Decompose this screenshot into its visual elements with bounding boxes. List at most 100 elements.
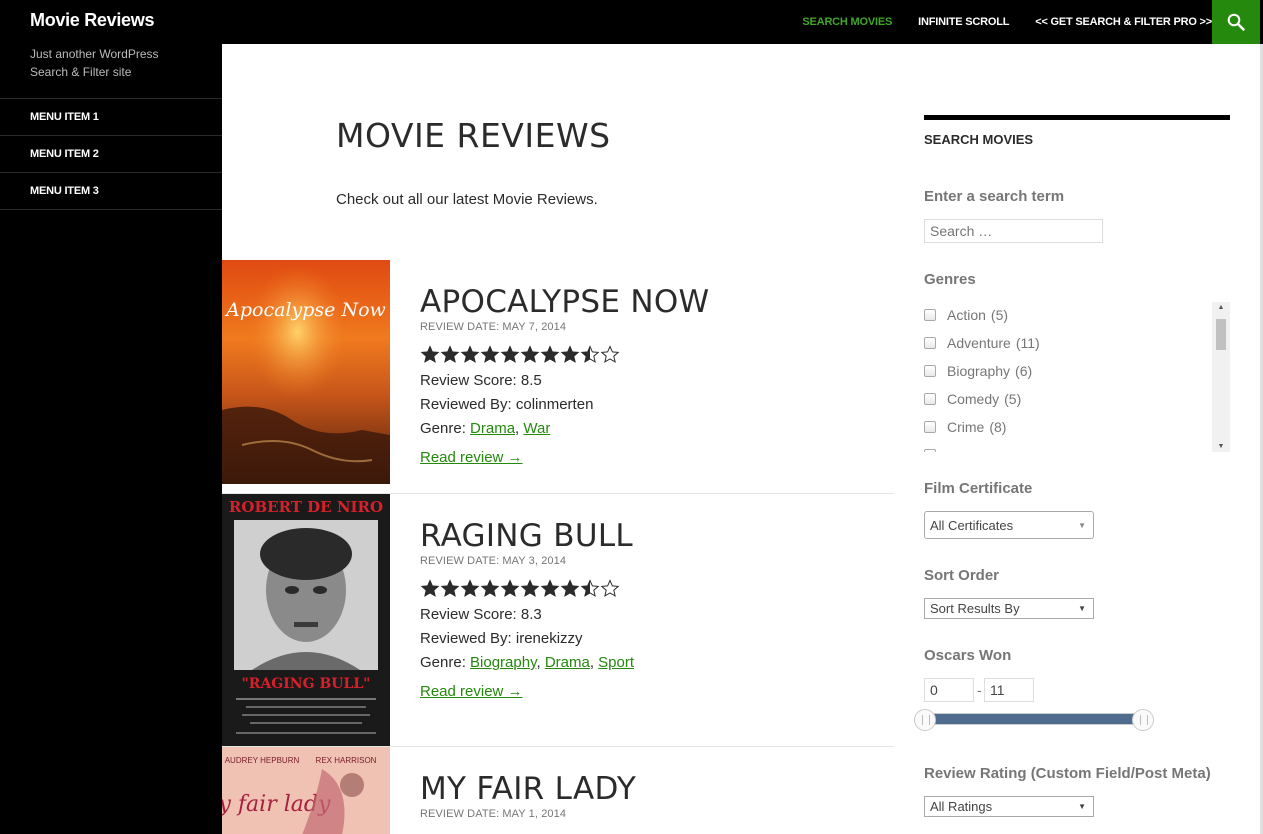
oscars-range-slider[interactable] xyxy=(924,713,1145,725)
star-filled-icon xyxy=(420,345,440,363)
genre-option[interactable]: Action (5) xyxy=(924,305,1008,325)
movie-title[interactable]: RAGING BULL xyxy=(420,518,633,554)
top-bar: Movie Reviews SEARCH MOVIES INFINITE SCR… xyxy=(0,0,1263,44)
scroll-thumb[interactable] xyxy=(1216,319,1226,350)
certificate-select[interactable]: All Certificates ▼ xyxy=(924,511,1094,539)
star-filled-icon xyxy=(540,579,560,597)
star-filled-icon xyxy=(500,579,520,597)
genre-link-drama[interactable]: Drama xyxy=(545,654,590,671)
certificate-value: All Certificates xyxy=(930,517,1014,533)
review-rating-select[interactable]: All Ratings ▼ xyxy=(924,796,1094,817)
star-filled-icon xyxy=(560,345,580,363)
widget-divider xyxy=(924,115,1230,120)
genre-checkbox[interactable] xyxy=(924,365,936,377)
star-filled-icon xyxy=(520,345,540,363)
range-separator: - xyxy=(977,682,982,698)
star-empty-icon xyxy=(600,579,620,597)
review-date: REVIEW DATE: MAY 3, 2014 xyxy=(420,555,567,567)
sort-order-select[interactable]: Sort Results By ▼ xyxy=(924,598,1094,619)
oscars-max-input[interactable]: 11 xyxy=(984,678,1034,702)
poster-header-text: ROBERT DE NIRO xyxy=(229,498,383,516)
genre-link-drama[interactable]: Drama xyxy=(470,420,515,437)
genre-option[interactable]: Biography (6) xyxy=(924,361,1032,381)
genres-label: Genres xyxy=(924,271,976,288)
poster-image[interactable]: ROBERT DE NIRO "RAGING BULL" xyxy=(222,494,390,746)
search-term-label: Enter a search term xyxy=(924,188,1065,205)
slider-max-handle[interactable] xyxy=(1132,709,1154,731)
genre-option[interactable]: Comedy (5) xyxy=(924,389,1021,409)
genre-prefix: Genre: xyxy=(420,654,466,671)
review-score: Review Score: 8.5 xyxy=(420,372,542,389)
movie-entry: Apocalypse Now APOCALYPSE NOW REVIEW DAT… xyxy=(222,260,894,494)
nav-infinite-scroll[interactable]: INFINITE SCROLL xyxy=(918,16,1009,28)
star-filled-icon xyxy=(540,345,560,363)
poster-header-text: AUDREY HEPBURN xyxy=(225,756,300,765)
chevron-down-icon: ▼ xyxy=(1078,520,1086,530)
certificate-label: Film Certificate xyxy=(924,480,1033,497)
reviewed-by: Reviewed By: irenekizzy xyxy=(420,630,583,647)
genre-checkbox[interactable] xyxy=(924,309,936,321)
genre-link-biography[interactable]: Biography xyxy=(470,654,536,671)
nav-get-pro[interactable]: << GET SEARCH & FILTER PRO >> xyxy=(1035,16,1212,28)
genre-option[interactable]: Crime (8) xyxy=(924,417,1006,437)
poster-sub-text: "RAGING BULL" xyxy=(242,676,371,692)
search-toggle-button[interactable] xyxy=(1212,0,1260,44)
poster-image[interactable]: Apocalypse Now xyxy=(222,260,390,484)
top-nav: SEARCH MOVIES INFINITE SCROLL << GET SEA… xyxy=(776,0,1212,44)
slider-min-handle[interactable] xyxy=(914,709,936,731)
sidebar-item-menu-2[interactable]: MENU ITEM 2 xyxy=(0,136,222,173)
genre-list-scrollbar[interactable]: ▲ ▼ xyxy=(1212,302,1230,452)
scroll-up-arrow-icon[interactable]: ▲ xyxy=(1212,304,1230,311)
sort-order-label: Sort Order xyxy=(924,567,1000,584)
chevron-down-icon: ▼ xyxy=(1078,802,1086,811)
review-date: REVIEW DATE: MAY 7, 2014 xyxy=(420,321,567,333)
site-title[interactable]: Movie Reviews xyxy=(30,10,154,31)
read-review-link[interactable]: Read review → xyxy=(420,449,523,466)
page-intro: Check out all our latest Movie Reviews. xyxy=(336,191,598,208)
genre-count: (5) xyxy=(1004,391,1022,407)
read-review-link[interactable]: Read review → xyxy=(420,683,523,700)
genre-line: Genre: Drama, War xyxy=(420,420,551,437)
star-rating xyxy=(420,579,620,597)
movie-title[interactable]: APOCALYPSE NOW xyxy=(420,284,710,320)
genre-count: (5) xyxy=(990,307,1009,323)
genre-name: Crime xyxy=(947,419,985,435)
star-filled-icon xyxy=(560,579,580,597)
genre-name: Comedy xyxy=(947,391,1000,407)
review-rating-label: Review Rating (Custom Field/Post Meta) xyxy=(924,765,1211,782)
movie-entry: AUDREY HEPBURN REX HARRISON my fair lady… xyxy=(222,747,894,834)
star-rating xyxy=(420,345,620,363)
star-filled-icon xyxy=(440,579,460,597)
review-rating-value: All Ratings xyxy=(930,799,993,814)
chevron-down-icon: ▼ xyxy=(1078,604,1086,613)
sidebar-item-menu-3[interactable]: MENU ITEM 3 xyxy=(0,173,222,210)
genre-count: (8) xyxy=(989,419,1007,435)
site-tagline: Just another WordPress Search & Filter s… xyxy=(30,47,159,79)
genre-checkbox-list[interactable]: Action (5) Adventure (11) Biography (6) … xyxy=(922,302,1230,452)
oscars-min-input[interactable]: 0 xyxy=(924,678,974,702)
genre-name: Adventure xyxy=(947,335,1011,351)
genre-option[interactable]: Adventure (11) xyxy=(924,333,1040,353)
poster-image[interactable]: AUDREY HEPBURN REX HARRISON my fair lady xyxy=(222,747,390,834)
genre-checkbox[interactable] xyxy=(924,421,936,433)
sidebar-menu: MENU ITEM 1 MENU ITEM 2 MENU ITEM 3 xyxy=(0,98,222,210)
reviewed-by: Reviewed By: colinmerten xyxy=(420,396,594,413)
search-input[interactable] xyxy=(924,219,1103,243)
search-icon xyxy=(1227,13,1245,31)
genre-checkbox[interactable] xyxy=(924,337,936,349)
genre-link-sport[interactable]: Sport xyxy=(598,654,634,671)
movie-entry: ROBERT DE NIRO "RAGING BULL" RAGING BULL… xyxy=(222,494,894,747)
nav-search-movies[interactable]: SEARCH MOVIES xyxy=(802,16,892,28)
star-filled-icon xyxy=(480,345,500,363)
movie-title[interactable]: MY FAIR LADY xyxy=(420,771,636,807)
genre-checkbox[interactable] xyxy=(924,449,936,452)
genre-checkbox[interactable] xyxy=(924,393,936,405)
scroll-down-arrow-icon[interactable]: ▼ xyxy=(1212,443,1230,450)
genre-link-war[interactable]: War xyxy=(523,420,550,437)
genre-option-partial[interactable] xyxy=(924,445,947,452)
poster-header-text-2: REX HARRISON xyxy=(316,756,377,765)
star-filled-icon xyxy=(480,579,500,597)
sort-order-value: Sort Results By xyxy=(930,601,1020,616)
genre-count: (6) xyxy=(1015,363,1033,379)
sidebar-item-menu-1[interactable]: MENU ITEM 1 xyxy=(0,99,222,136)
